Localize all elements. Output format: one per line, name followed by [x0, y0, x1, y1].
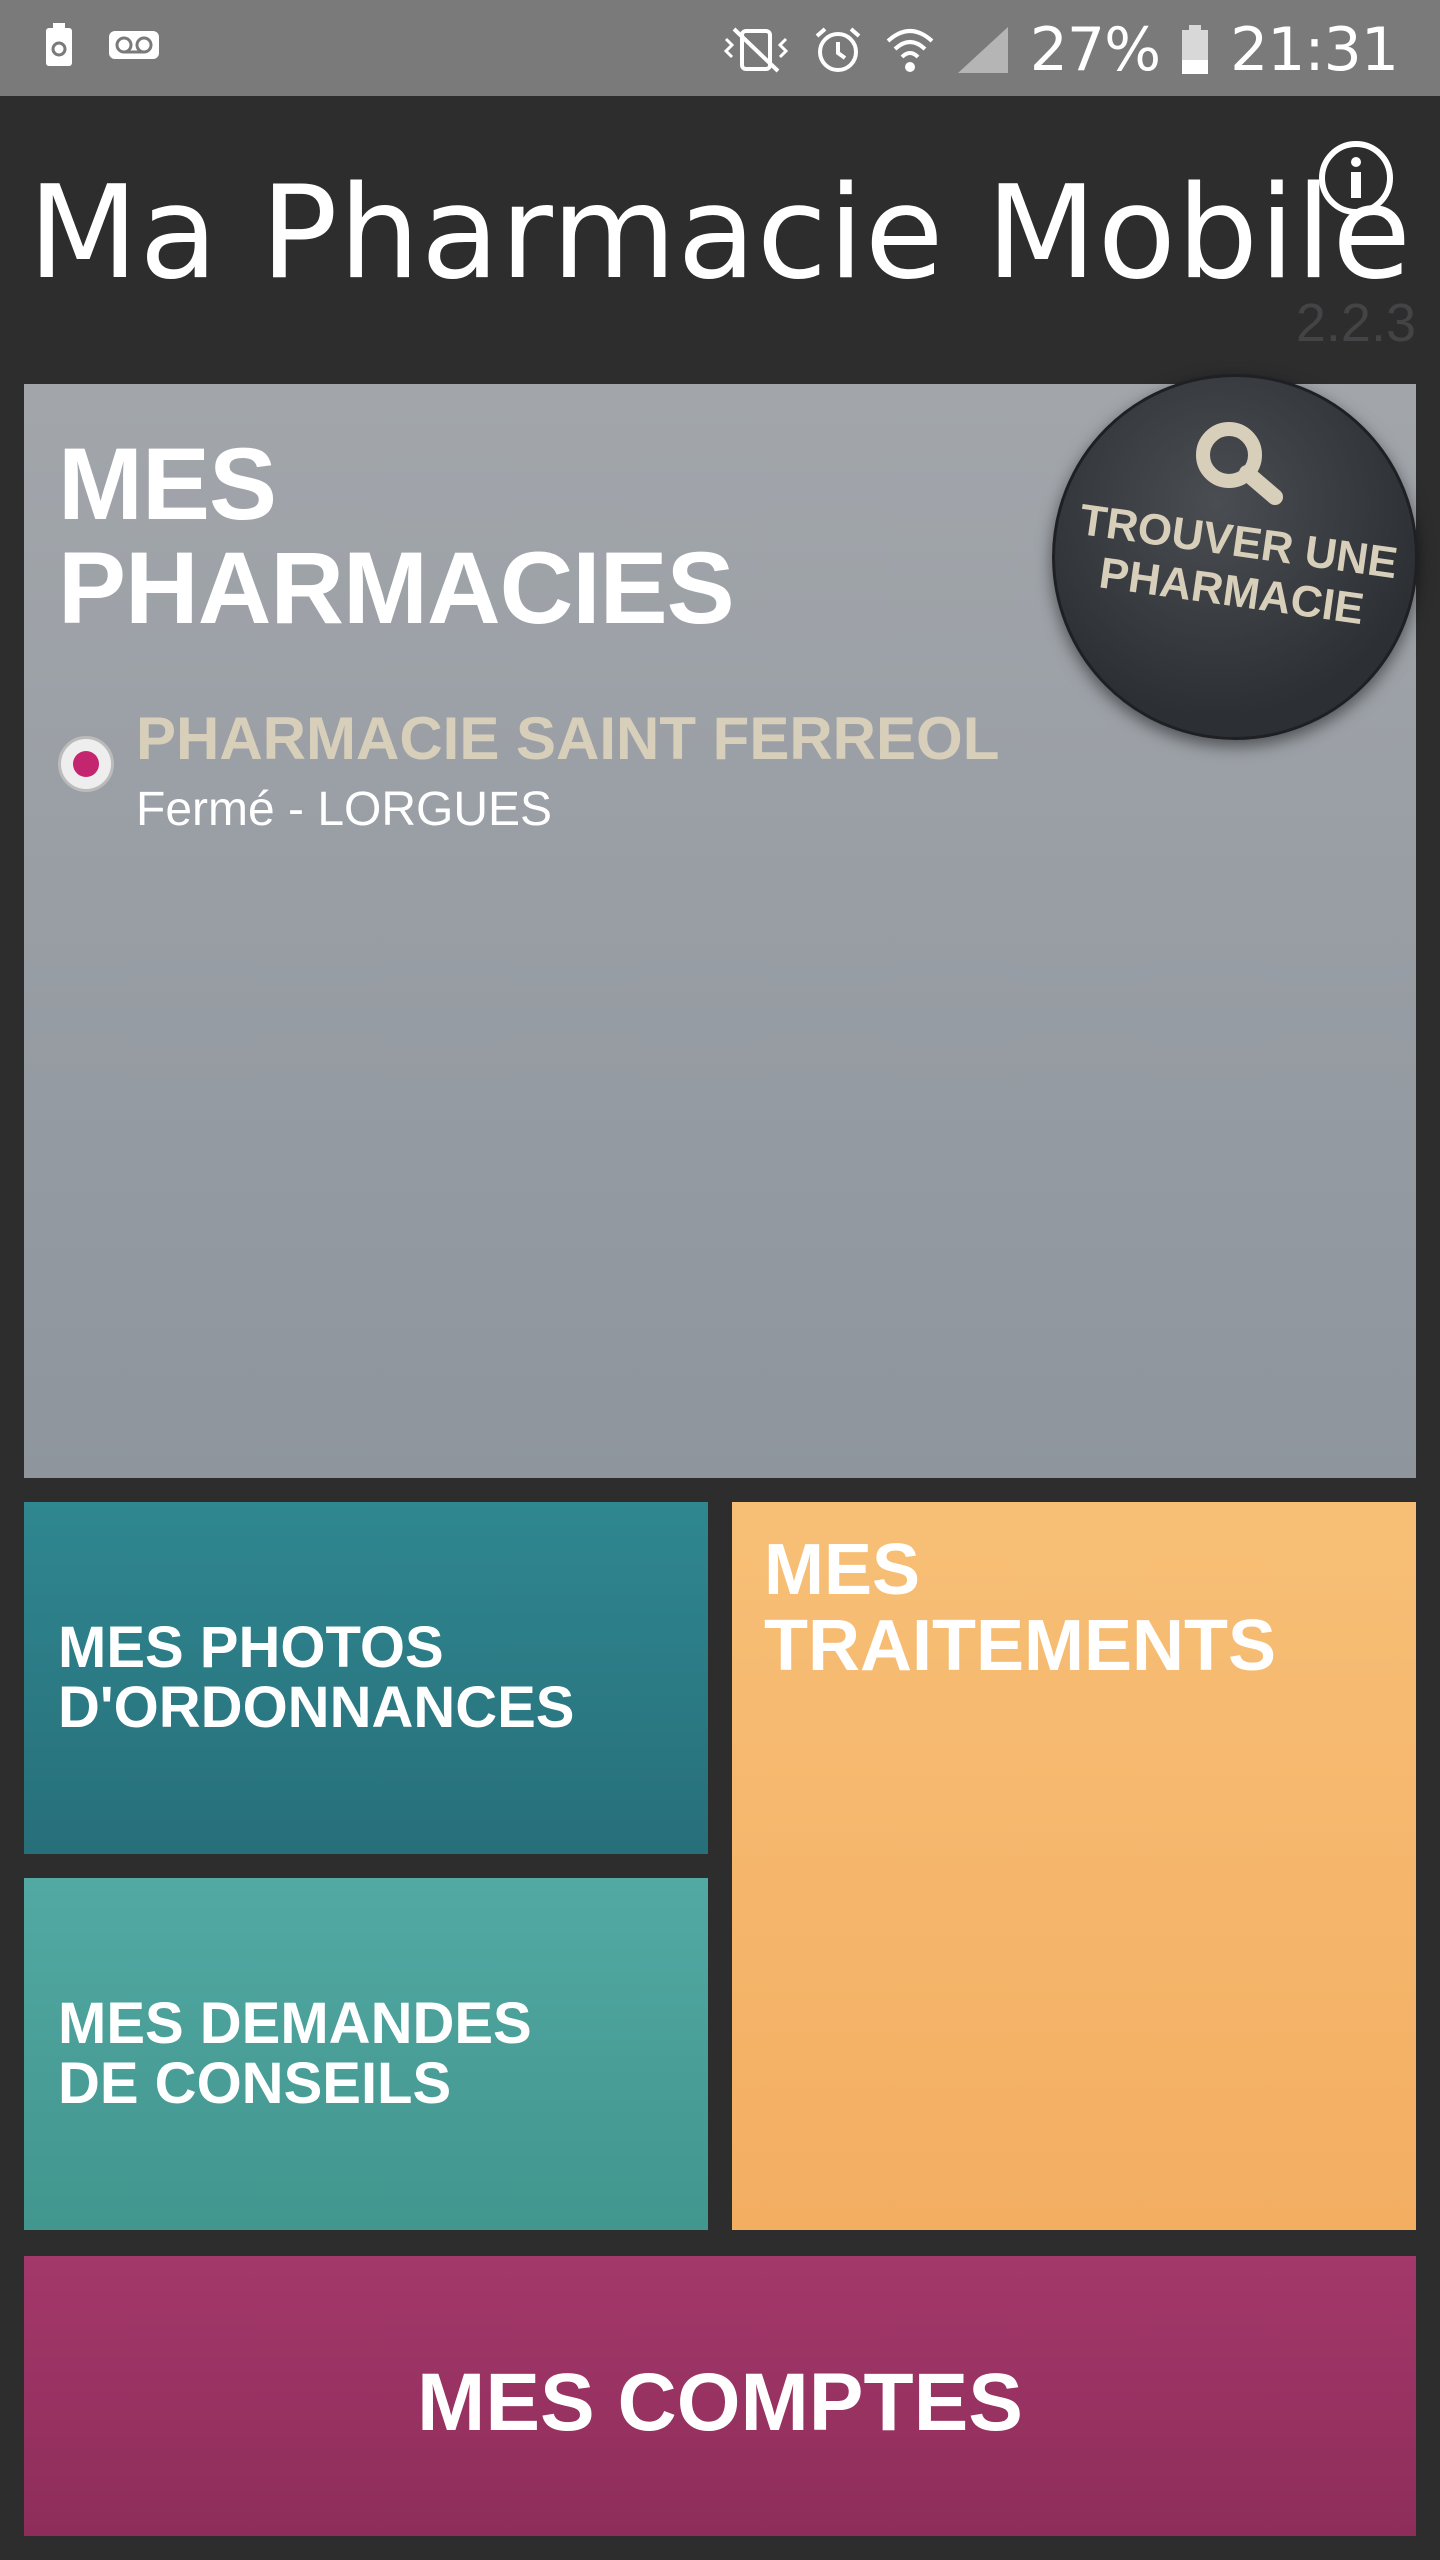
- pharmacy-name[interactable]: PHARMACIE SAINT FERREOL: [136, 704, 999, 773]
- find-pharmacy-button[interactable]: TROUVER UNE PHARMACIE: [1052, 374, 1418, 740]
- my-pharmacies-title: MES PHARMACIES: [58, 427, 735, 645]
- app-title: Ma Pharmacie Mobile: [27, 159, 1413, 308]
- treatments-label: MES TRAITEMENTS: [764, 1530, 1276, 1686]
- advice-requests-label: MES DEMANDES DE CONSEILS: [58, 1991, 532, 2116]
- vibrate-mute-icon: [723, 27, 788, 73]
- app-version: 2.2.3: [1295, 293, 1416, 353]
- battery-icon: [1182, 25, 1209, 74]
- battery-saver-icon: [46, 23, 72, 66]
- voicemail-icon: [109, 31, 159, 59]
- treatments-tile[interactable]: MES TRAITEMENTS: [732, 1502, 1416, 2230]
- app-header: Ma Pharmacie Mobile 2.2.3: [0, 96, 1440, 384]
- clock: 21:31: [1230, 15, 1399, 85]
- alarm-icon: [815, 27, 861, 72]
- accounts-label: MES COMPTES: [417, 2357, 1023, 2448]
- wifi-icon: [886, 29, 934, 72]
- battery-percentage: 27%: [1029, 15, 1161, 85]
- search-icon: [1196, 422, 1283, 505]
- pharmacy-status: Fermé - LORGUES: [136, 783, 553, 836]
- advice-requests-tile[interactable]: MES DEMANDES DE CONSEILS: [24, 1878, 708, 2230]
- accounts-tile[interactable]: MES COMPTES: [24, 2256, 1416, 2536]
- info-icon[interactable]: [1316, 138, 1396, 218]
- pharmacy-radio-selected[interactable]: [58, 736, 114, 792]
- prescription-photos-label: MES PHOTOS D'ORDONNANCES: [58, 1615, 575, 1740]
- prescription-photos-tile[interactable]: MES PHOTOS D'ORDONNANCES: [24, 1502, 708, 1854]
- status-bar: 27% 21:31: [0, 0, 1440, 96]
- signal-icon: [957, 27, 1008, 73]
